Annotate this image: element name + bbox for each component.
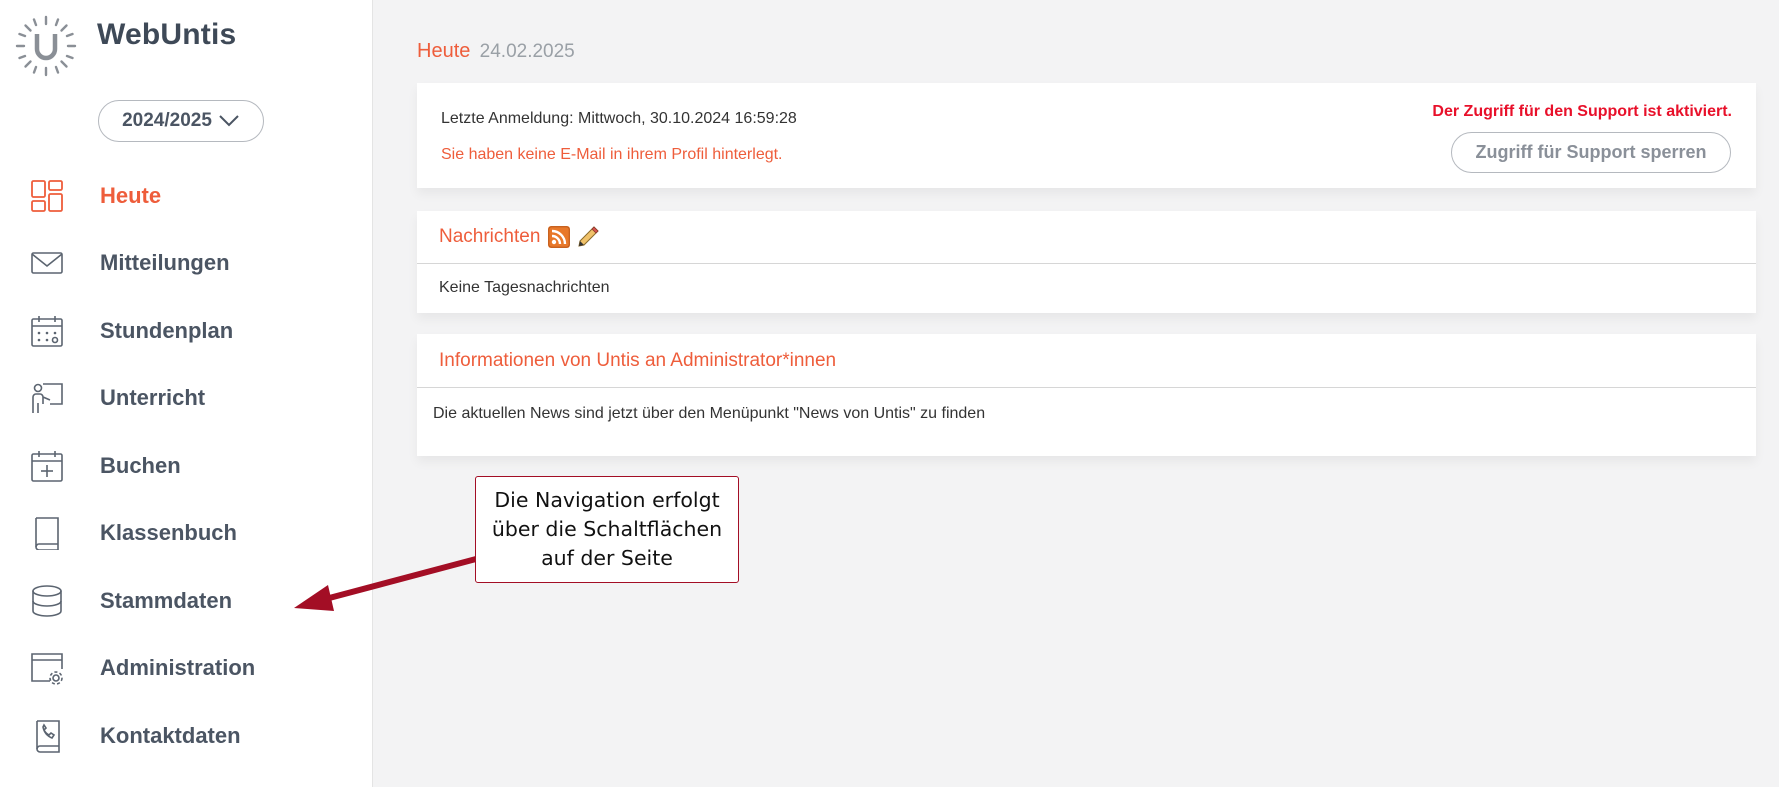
sidebar-item-label: Buchen	[100, 452, 181, 478]
sidebar-item-mitteilungen[interactable]: Mitteilungen	[0, 230, 372, 298]
calendar-icon	[30, 314, 64, 348]
info-card-header: Informationen von Untis an Administrator…	[417, 334, 1756, 388]
sidebar-item-label: Unterricht	[100, 385, 206, 411]
sidebar-item-administration[interactable]: Administration	[0, 635, 372, 703]
page-title: Heute	[417, 40, 471, 62]
sidebar: WebUntis 2024/2025 Heute Mitteilungen St…	[0, 0, 373, 787]
pencil-icon[interactable]	[576, 225, 600, 249]
annotation-arrow-icon	[294, 556, 477, 611]
sidebar-item-unterricht[interactable]: Unterricht	[0, 365, 372, 433]
database-icon	[30, 584, 64, 618]
chevron-down-icon	[219, 115, 239, 127]
sidebar-item-label: Klassenbuch	[100, 520, 237, 546]
admin-settings-icon	[30, 651, 64, 686]
info-card-body: Die aktuellen News sind jetzt über den M…	[433, 405, 986, 422]
news-card-body: Keine Tagesnachrichten	[439, 279, 610, 296]
sidebar-item-label: Heute	[100, 182, 162, 208]
school-year-select[interactable]: 2024/2025	[98, 100, 264, 142]
page-date: 24.02.2025	[479, 41, 575, 62]
contact-book-icon	[30, 719, 64, 753]
dashboard-icon	[30, 179, 64, 213]
news-card-header: Nachrichten	[417, 211, 1756, 264]
sidebar-item-label: Administration	[100, 655, 256, 681]
untis-logo-icon[interactable]	[15, 15, 77, 77]
info-card-title: Informationen von Untis an Administrator…	[439, 349, 837, 371]
calendar-add-icon	[30, 449, 64, 483]
rss-icon[interactable]	[548, 226, 571, 248]
sidebar-item-heute[interactable]: Heute	[0, 162, 372, 230]
sidebar-item-stundenplan[interactable]: Stundenplan	[0, 297, 372, 365]
untis-info-card: Informationen von Untis an Administrator…	[417, 334, 1756, 456]
sidebar-item-label: Mitteilungen	[100, 250, 230, 276]
sidebar-item-label: Stundenplan	[100, 317, 234, 343]
news-card: Nachrichten Keine Tagesnachrichten	[417, 211, 1756, 313]
sidebar-nav: Heute Mitteilungen Stundenplan Unterrich…	[0, 162, 372, 770]
last-login-text: Letzte Anmeldung: Mittwoch, 30.10.2024 1…	[441, 110, 797, 127]
annotation-callout: Die Navigation erfolgt über die Schaltfl…	[475, 476, 739, 583]
sidebar-item-buchen[interactable]: Buchen	[0, 432, 372, 500]
sidebar-item-kontaktdaten[interactable]: Kontaktdaten	[0, 702, 372, 770]
sidebar-item-label: Kontaktdaten	[100, 722, 241, 748]
sidebar-item-label: Stammdaten	[100, 587, 233, 613]
teacher-board-icon	[30, 381, 64, 415]
disable-support-button[interactable]: Zugriff für Support sperren	[1451, 132, 1731, 173]
page-header: Heute 24.02.2025	[417, 40, 575, 63]
envelope-icon	[30, 246, 64, 280]
support-status-text: Der Zugriff für den Support ist aktivier…	[1432, 103, 1732, 120]
book-icon	[30, 516, 64, 551]
app-title: WebUntis	[97, 18, 237, 51]
main-content: Heute 24.02.2025 Letzte Anmeldung: Mittw…	[374, 0, 1779, 787]
email-warning-text: Sie haben keine E-Mail in ihrem Profil h…	[441, 146, 783, 163]
login-info-card: Letzte Anmeldung: Mittwoch, 30.10.2024 1…	[417, 83, 1756, 188]
news-card-title: Nachrichten	[439, 226, 541, 247]
school-year-value: 2024/2025	[122, 110, 212, 131]
